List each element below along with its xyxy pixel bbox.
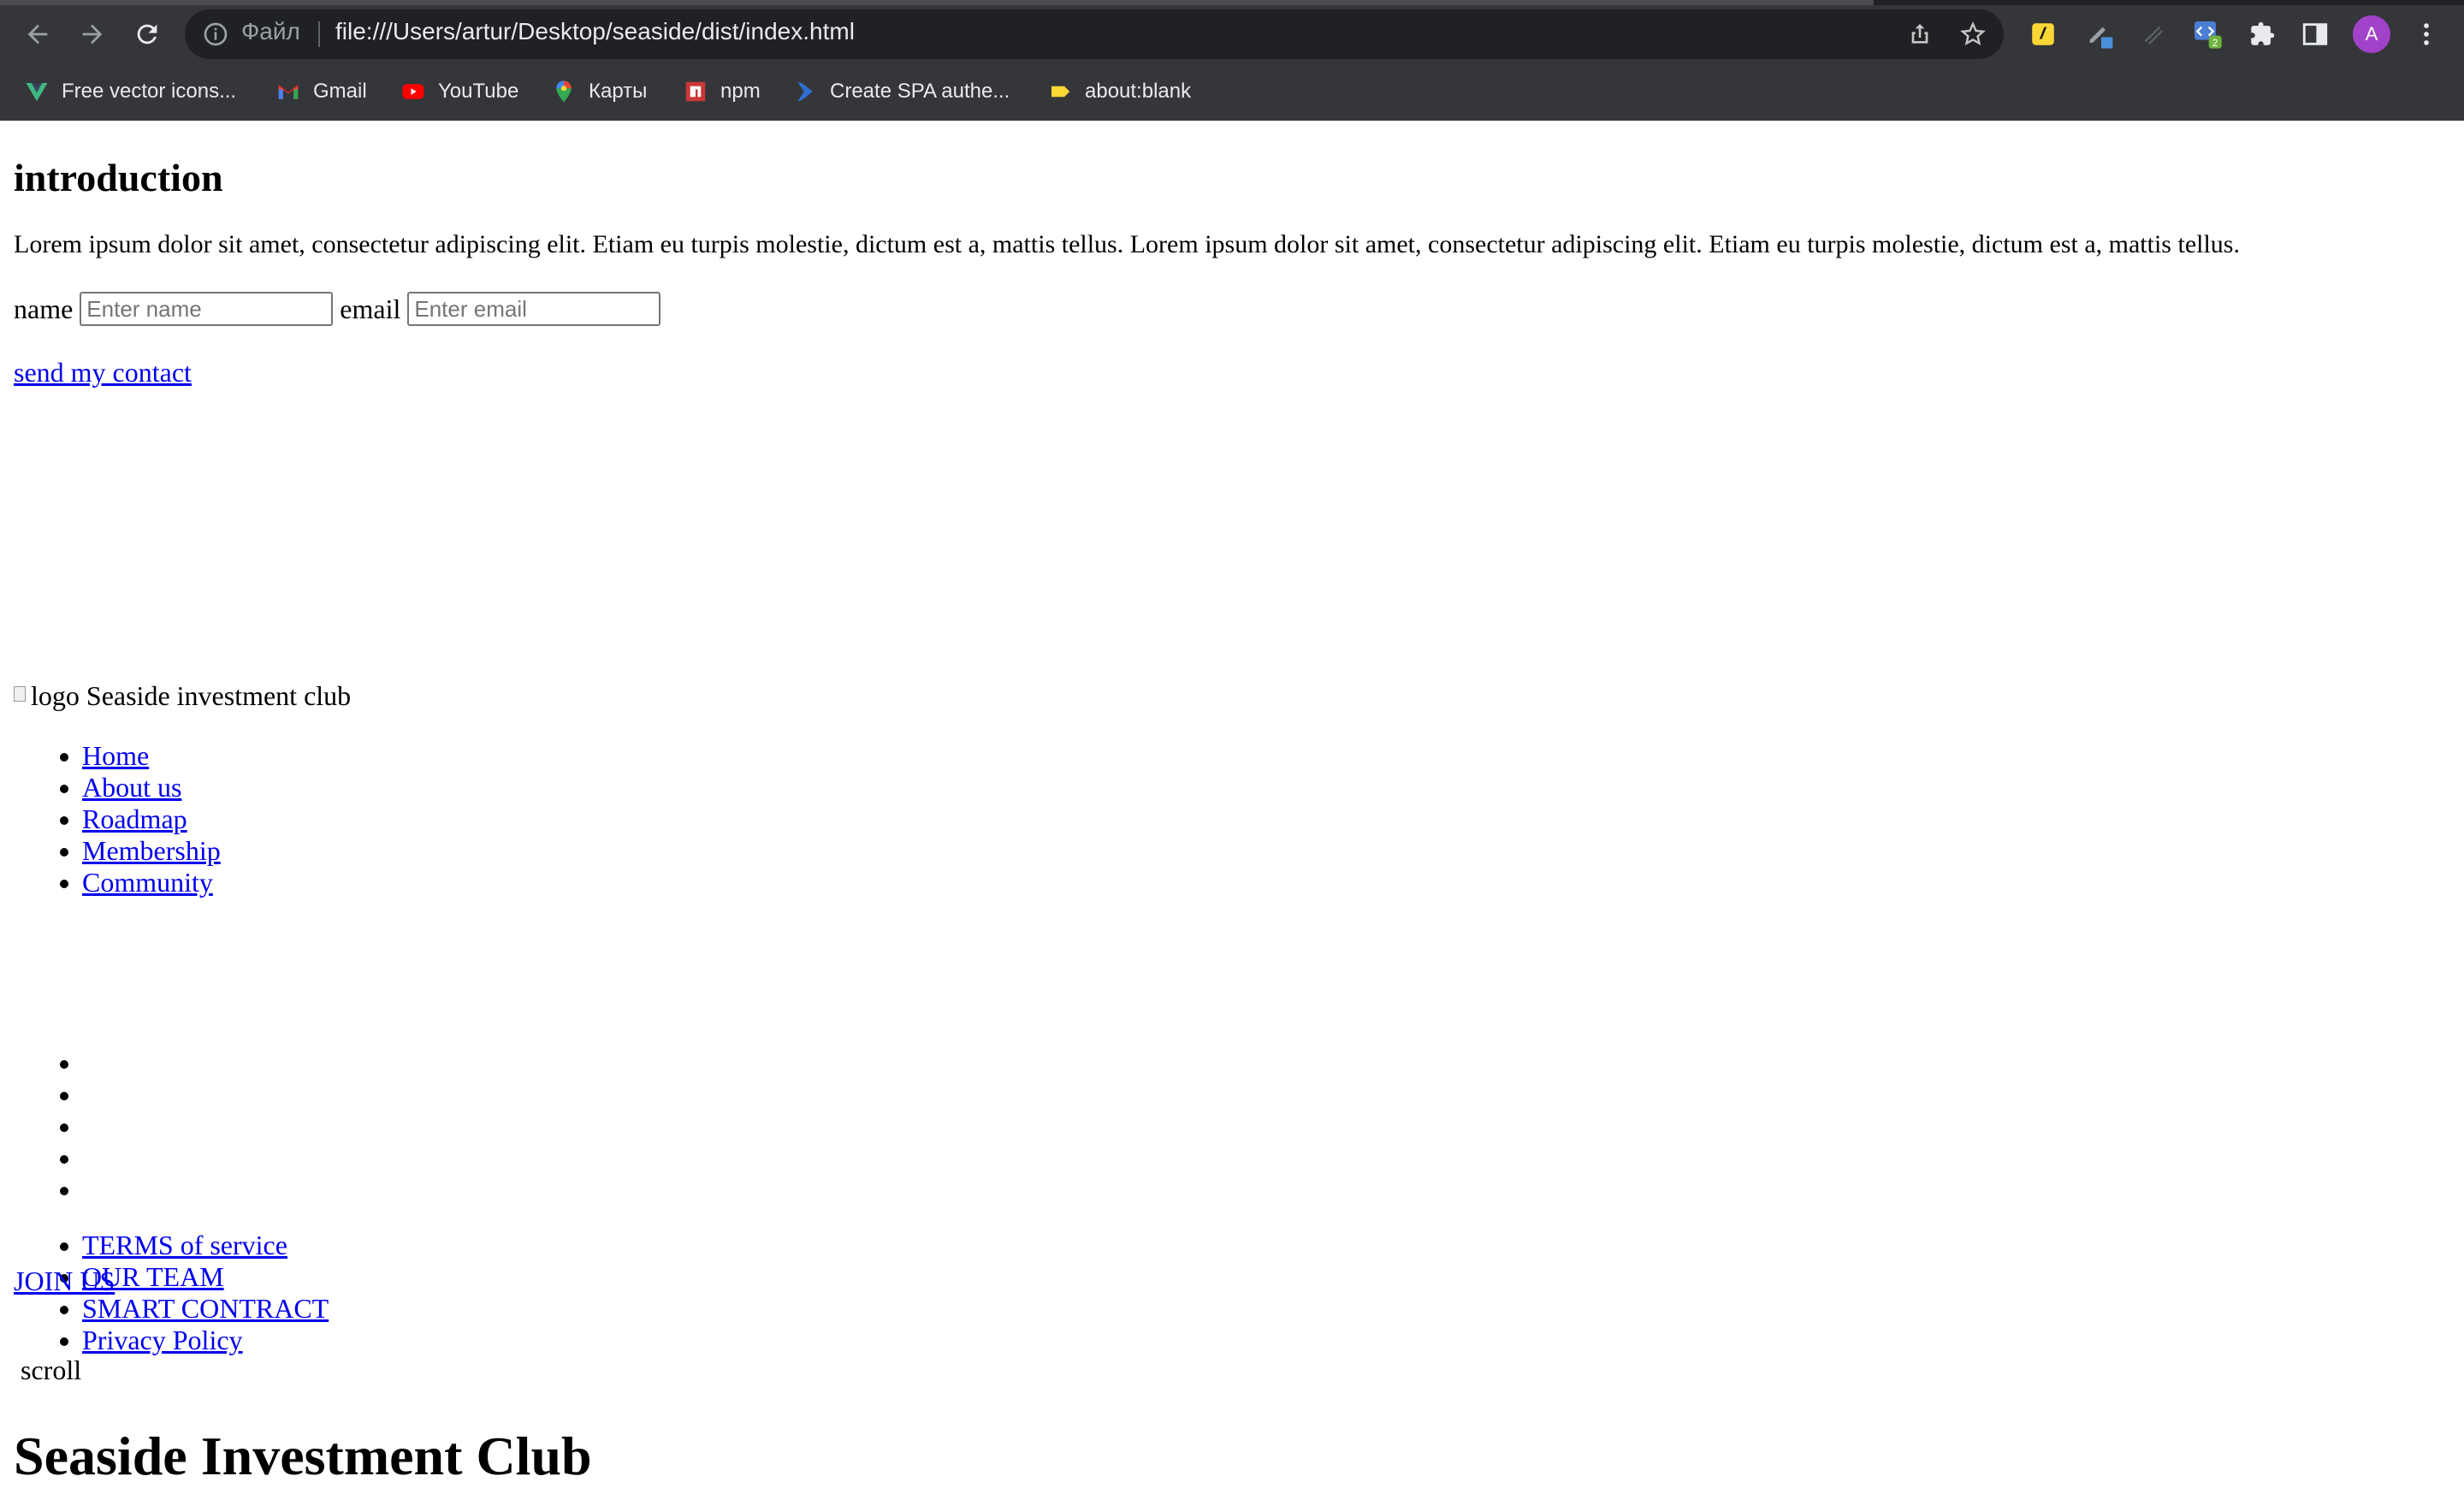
youtube-icon [402,84,424,99]
arrow-right-icon [82,24,103,44]
club-name: Seaside investment club [86,680,352,711]
nav-item-roadmap: Roadmap [82,803,221,835]
social-list [14,1047,82,1206]
profile-button[interactable]: A [2353,15,2390,53]
stripes-extension-icon [2144,26,2164,45]
bookmark-youtube[interactable]: YouTube [400,72,518,111]
join-us-link[interactable]: JOIN US [14,1266,115,1297]
main-nav: Home About us Roadmap Membership Communi… [14,740,221,898]
nav-item-community: Community [82,867,221,898]
pen-extension-icon [2089,27,2113,49]
back-button[interactable] [19,15,56,53]
bookmark-label: Free vector icons... [62,80,237,103]
intro-heading: introduction [14,156,223,199]
kebab-menu-icon [2424,23,2429,45]
vue-icon [26,83,48,102]
name-label: name [14,293,74,324]
logo-alt-text: logo [31,680,80,711]
extension-3[interactable] [2134,15,2171,53]
azure-icon [797,81,813,102]
nav-item-membership: Membership [82,835,221,867]
bookmark-label: Карты [589,80,648,103]
file-scheme-label: Файл [241,18,300,44]
extensions-button[interactable] [2243,15,2281,53]
page-title: Seaside Investment Club [14,1426,592,1486]
arrow-left-icon [27,24,48,44]
share-icon[interactable] [1906,21,1934,48]
extension-2[interactable] [2082,15,2120,53]
puzzle-icon [2251,21,2275,45]
email-label: email [340,293,401,324]
reload-button[interactable] [128,15,166,53]
maps-icon [556,80,572,103]
avatar: A [2353,15,2390,53]
intro-paragraph: Lorem ipsum dolor sit amet, consectetur … [14,230,2240,258]
bookmark-label: Gmail [313,80,367,103]
nav-item-about: About us [82,772,221,803]
nav-link-community[interactable]: Community [82,867,213,898]
note-extension-icon [2032,23,2054,45]
bookmark-label: about:blank [1085,80,1192,103]
bookmarks-bar: Free vector icons... Gmail YouTube Карты… [0,72,2464,111]
contact-form: name email [14,292,667,326]
privacy-policy-link[interactable]: Privacy Policy [82,1325,243,1355]
name-input[interactable] [80,292,334,326]
url-text[interactable]: file:///Users/artur/Desktop/seaside/dist… [335,18,855,45]
address-bar[interactable]: Файл file:///Users/artur/Desktop/seaside… [185,9,2004,59]
terms-link[interactable]: TERMS of service [82,1230,287,1260]
bookmark-gmail[interactable]: Gmail [275,72,367,111]
bookmark-maps[interactable]: Карты [551,72,647,111]
extension-4[interactable]: 2 [2189,15,2226,53]
code-extension-icon: 2 [2194,21,2222,49]
bookmark-free-vector-icons[interactable]: Free vector icons... [24,72,236,111]
address-separator [318,21,320,47]
forward-button[interactable] [74,15,111,53]
nav-item-home: Home [82,740,221,772]
side-panel-icon [2302,23,2328,45]
broken-image-icon [14,683,27,710]
smart-contract-link[interactable]: SMART CONTRACT [82,1293,329,1324]
nav-link-membership[interactable]: Membership [82,835,221,866]
bookmark-label: npm [720,80,761,103]
bookmark-label: YouTube [438,80,519,103]
browser-chrome: Файл file:///Users/artur/Desktop/seaside… [0,0,2464,121]
bookmark-about-blank[interactable]: about:blank [1047,72,1191,111]
nav-link-home[interactable]: Home [82,740,149,771]
send-contact-link[interactable]: send my contact [14,357,192,388]
menu-button[interactable] [2408,15,2445,53]
scroll-label: scroll [21,1355,82,1385]
bookmark-create-spa[interactable]: Create SPA authe... [792,72,1010,111]
header-brand: logo Seaside investment club [14,680,351,712]
nav-link-about[interactable]: About us [82,772,181,803]
bookmark-npm[interactable]: npm [683,72,761,111]
reload-icon [137,24,157,44]
email-input[interactable] [407,292,661,326]
footer-item-privacy: Privacy Policy [82,1325,329,1356]
tag-icon [1051,86,1070,98]
star-icon[interactable] [1959,21,1987,48]
extension-1[interactable] [2024,15,2062,53]
bookmark-label: Create SPA authe... [830,80,1010,103]
info-icon[interactable] [202,21,229,48]
gmail-icon [278,85,299,99]
footer-item-terms: TERMS of service [82,1230,329,1261]
footer-item-contract: SMART CONTRACT [82,1293,329,1325]
extension-badge: 2 [2212,38,2218,49]
npm-icon [685,81,706,102]
nav-link-roadmap[interactable]: Roadmap [82,803,187,834]
active-tab-edge [0,0,1874,5]
side-panel-button[interactable] [2296,15,2334,53]
footer-item-team: OUR TEAM [82,1261,329,1293]
